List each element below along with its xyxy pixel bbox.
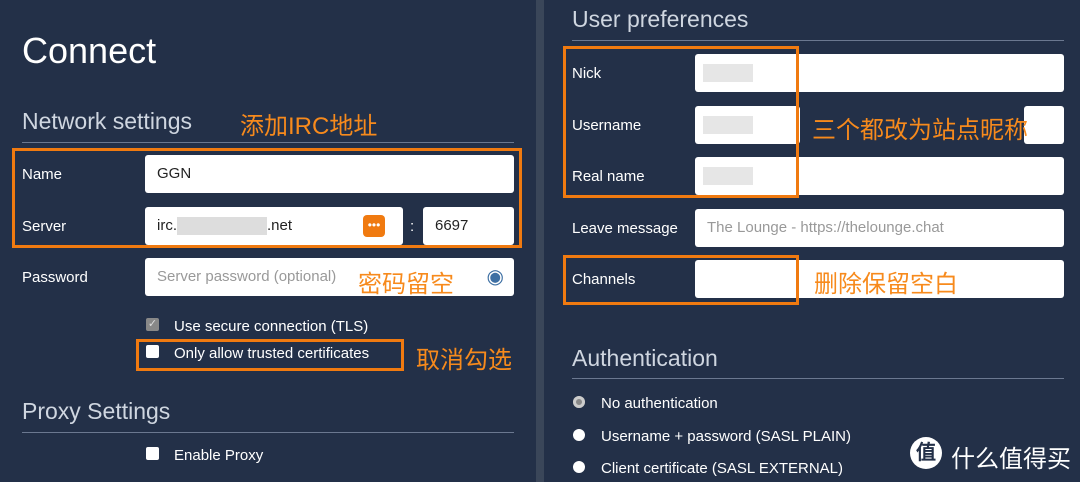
annotation-box-names [563,46,799,198]
watermark-text: 什么值得买 [951,446,1071,473]
radio-sasl-plain[interactable] [573,429,585,441]
proxy-settings-heading: Proxy Settings [22,398,171,424]
annotation-delete-blank: 删除保留空白 [814,271,958,298]
leave-message-input[interactable]: The Lounge - https://thelounge.chat [695,209,1064,247]
annotation-add-irc: 添加IRC地址 [240,113,378,140]
annotation-box-channels [563,255,799,305]
enable-proxy-label: Enable Proxy [174,447,264,464]
leave-message-label: Leave message [572,220,678,237]
divider [572,40,1064,41]
enable-proxy-checkbox[interactable] [146,447,159,460]
radio-sasl-external[interactable] [573,461,585,473]
watermark-logo-icon: 值 [910,437,942,469]
user-preferences-heading: User preferences [572,6,749,32]
divider [22,432,514,433]
tls-checkbox[interactable]: ✓ [146,318,159,331]
divider [22,142,514,143]
radio-label: Username + password (SASL PLAIN) [601,428,851,445]
tls-label: Use secure connection (TLS) [174,318,369,335]
annotation-nickname: 三个都改为站点昵称 [812,117,1028,144]
annotation-box-trusted [136,339,404,371]
eye-icon[interactable]: ◉ [487,258,504,296]
authentication-heading: Authentication [572,345,718,371]
password-label: Password [22,269,88,286]
divider [572,378,1064,379]
radio-label: Client certificate (SASL EXTERNAL) [601,460,844,477]
radio-no-auth[interactable] [573,396,585,408]
annotation-box-server [12,148,522,248]
annotation-uncheck: 取消勾选 [416,347,512,374]
page-title: Connect [22,30,157,71]
network-settings-heading: Network settings [22,108,193,134]
password-placeholder: Server password (optional) [157,268,337,285]
username-input-edge [1024,106,1064,144]
annotation-password-empty: 密码留空 [358,271,454,298]
radio-label: No authentication [601,395,718,412]
password-input[interactable]: Server password (optional) ◉ [145,258,514,296]
panel-divider [536,0,544,482]
